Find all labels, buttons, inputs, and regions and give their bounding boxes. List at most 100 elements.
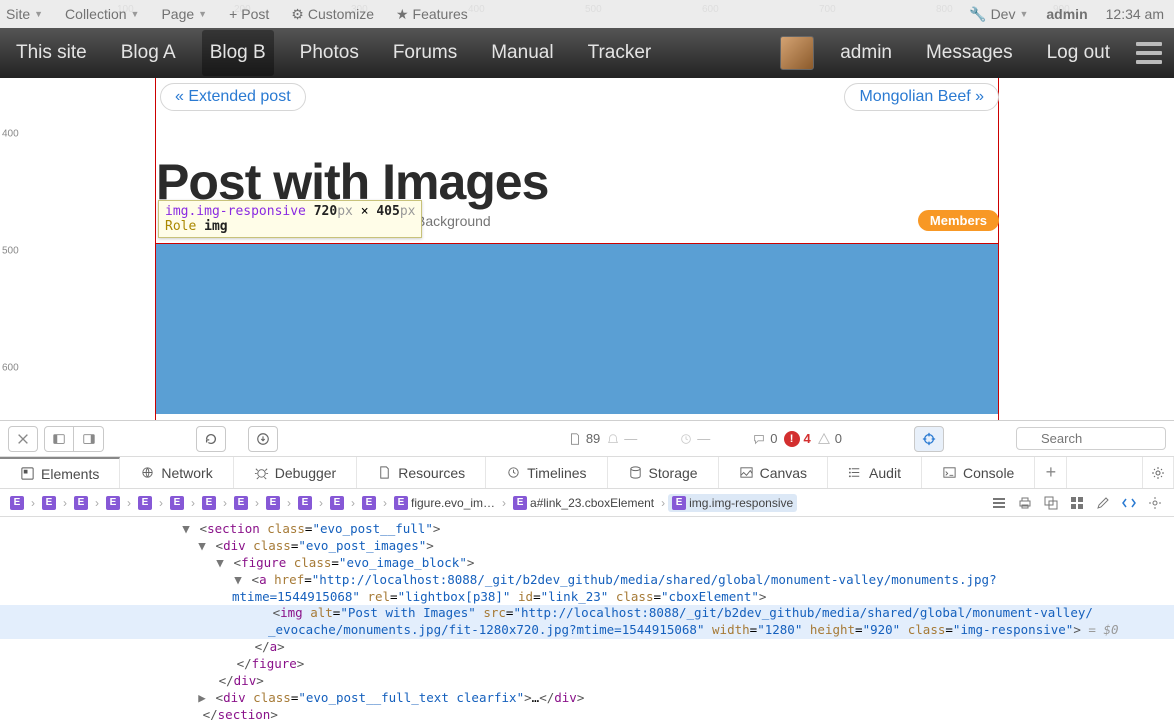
next-post-link[interactable]: Mongolian Beef » bbox=[844, 83, 999, 111]
toolbar-features[interactable]: ★Features bbox=[396, 6, 468, 23]
site-nav: This site Blog A Blog B Photos Forums Ma… bbox=[0, 28, 1174, 78]
crosshair-icon bbox=[922, 432, 936, 446]
devtools-reload[interactable] bbox=[196, 426, 226, 452]
toolbar-dev[interactable]: 🔧Dev▼ bbox=[969, 6, 1028, 23]
tab-resources[interactable]: Resources bbox=[357, 457, 486, 488]
tab-add-button[interactable]: + bbox=[1035, 457, 1067, 488]
nav-logout[interactable]: Log out bbox=[1039, 30, 1118, 76]
devtools-settings[interactable] bbox=[1142, 457, 1174, 488]
breadcrumb-item[interactable]: E bbox=[6, 494, 28, 512]
bug-icon bbox=[254, 465, 269, 480]
avatar[interactable] bbox=[780, 36, 814, 70]
breadcrumb-item[interactable]: E bbox=[262, 494, 284, 512]
wrench-icon: 🔧 bbox=[969, 6, 986, 23]
bell-icon bbox=[606, 432, 620, 446]
devtools-search[interactable] bbox=[1016, 427, 1166, 450]
members-badge: Members bbox=[918, 210, 999, 231]
download-icon bbox=[256, 432, 270, 446]
dom-source[interactable]: ▼ <section class="evo_post__full"> ▼ <di… bbox=[0, 517, 1174, 720]
breadcrumb-item[interactable]: E bbox=[326, 494, 348, 512]
database-icon bbox=[628, 465, 643, 480]
admin-toolbar: Site▼ Collection▼ Page▼ +Post ⚙Customize… bbox=[0, 0, 1174, 28]
nav-blog-b[interactable]: Blog B bbox=[202, 30, 274, 76]
breadcrumb-item[interactable]: E bbox=[102, 494, 124, 512]
breadcrumb-figure[interactable]: E figure.evo_im… bbox=[390, 494, 499, 512]
timer-disabled[interactable]: — bbox=[606, 431, 637, 446]
nav-tracker[interactable]: Tracker bbox=[580, 30, 660, 76]
nav-user[interactable]: admin bbox=[832, 30, 900, 76]
toolbar-user[interactable]: admin bbox=[1046, 6, 1087, 22]
dock-left-icon bbox=[52, 432, 66, 446]
devtools-download[interactable] bbox=[248, 426, 278, 452]
tab-audit[interactable]: Audit bbox=[828, 457, 922, 488]
breadcrumb-item[interactable]: E bbox=[134, 494, 156, 512]
plus-icon: + bbox=[229, 6, 237, 22]
toolbar-collection[interactable]: Collection▼ bbox=[65, 6, 139, 22]
devtools-search-input[interactable] bbox=[1016, 427, 1166, 450]
tab-console[interactable]: Console bbox=[922, 457, 1035, 488]
nav-manual[interactable]: Manual bbox=[483, 30, 561, 76]
document-icon bbox=[568, 432, 582, 446]
devtools: 89 — — 0 ! 4 0 bbox=[0, 420, 1174, 720]
nav-messages[interactable]: Messages bbox=[918, 30, 1021, 76]
dom-breadcrumb: E› E› E› E› E› E› E› E› E› E› E› E› E fi… bbox=[0, 489, 1174, 517]
clock-icon bbox=[506, 465, 521, 480]
breadcrumb-item[interactable]: E bbox=[358, 494, 380, 512]
breadcrumb-item[interactable]: E bbox=[166, 494, 188, 512]
error-badge-icon: ! bbox=[784, 431, 800, 447]
toolbar-post[interactable]: +Post bbox=[229, 6, 269, 22]
breadcrumb-item[interactable]: E bbox=[230, 494, 252, 512]
clock-icon bbox=[679, 432, 693, 446]
grid-icon[interactable] bbox=[1068, 494, 1086, 512]
tab-storage[interactable]: Storage bbox=[608, 457, 719, 488]
toolbar-page[interactable]: Page▼ bbox=[161, 6, 207, 22]
checklist-icon bbox=[848, 465, 863, 480]
print-icon[interactable] bbox=[1016, 494, 1034, 512]
toolbar-customize[interactable]: ⚙Customize bbox=[291, 6, 374, 23]
toolbar-site[interactable]: Site▼ bbox=[6, 6, 43, 22]
reload-icon bbox=[204, 432, 218, 446]
inspect-element-button[interactable] bbox=[914, 426, 944, 452]
inspect-tooltip: img.img-responsive 720px × 405px Role im… bbox=[158, 200, 422, 238]
nav-blog-a[interactable]: Blog A bbox=[113, 30, 184, 76]
star-icon: ★ bbox=[396, 6, 409, 23]
breadcrumb-item[interactable]: E bbox=[38, 494, 60, 512]
aside-gear-icon[interactable] bbox=[1146, 494, 1164, 512]
nav-photos[interactable]: Photos bbox=[292, 30, 367, 76]
messages-count[interactable]: 0 bbox=[752, 431, 777, 446]
tab-canvas[interactable]: Canvas bbox=[719, 457, 828, 488]
tab-elements[interactable]: Elements bbox=[0, 457, 120, 488]
warning-icon bbox=[817, 432, 831, 446]
devtools-dock-left[interactable] bbox=[44, 426, 74, 452]
warnings-count[interactable]: 0 bbox=[817, 431, 842, 446]
inspect-highlight-img bbox=[156, 244, 998, 420]
gear-icon: ⚙ bbox=[291, 6, 304, 23]
errors-count[interactable]: ! 4 bbox=[784, 431, 811, 447]
hamburger-icon[interactable] bbox=[1136, 42, 1162, 64]
prev-post-link[interactable]: « Extended post bbox=[160, 83, 306, 111]
breadcrumb-item[interactable]: E bbox=[198, 494, 220, 512]
resource-count[interactable]: 89 bbox=[568, 431, 600, 446]
nav-forums[interactable]: Forums bbox=[385, 30, 465, 76]
devtools-tabs: Elements Network Debugger Resources Time… bbox=[0, 457, 1174, 489]
history[interactable]: — bbox=[679, 431, 710, 446]
document-icon bbox=[377, 465, 392, 480]
breadcrumb-item[interactable]: E bbox=[70, 494, 92, 512]
edit-icon[interactable] bbox=[1094, 494, 1112, 512]
breadcrumb-img[interactable]: E img.img-responsive bbox=[668, 494, 797, 512]
tab-network[interactable]: Network bbox=[120, 457, 233, 488]
tab-debugger[interactable]: Debugger bbox=[234, 457, 358, 488]
nav-this-site[interactable]: This site bbox=[8, 30, 95, 76]
dock-right-icon bbox=[82, 432, 96, 446]
layout-tree-icon[interactable] bbox=[990, 494, 1008, 512]
devtools-dock-right[interactable] bbox=[74, 426, 104, 452]
compositing-icon[interactable] bbox=[1042, 494, 1060, 512]
elements-icon bbox=[20, 466, 35, 481]
tab-timelines[interactable]: Timelines bbox=[486, 457, 607, 488]
code-icon[interactable] bbox=[1120, 494, 1138, 512]
close-icon bbox=[16, 432, 30, 446]
breadcrumb-item[interactable]: E bbox=[294, 494, 316, 512]
breadcrumb-anchor[interactable]: E a#link_23.cboxElement bbox=[509, 494, 658, 512]
page-content: « Extended post Mongolian Beef » Post wi… bbox=[0, 78, 1174, 420]
devtools-close-button[interactable] bbox=[8, 426, 38, 452]
